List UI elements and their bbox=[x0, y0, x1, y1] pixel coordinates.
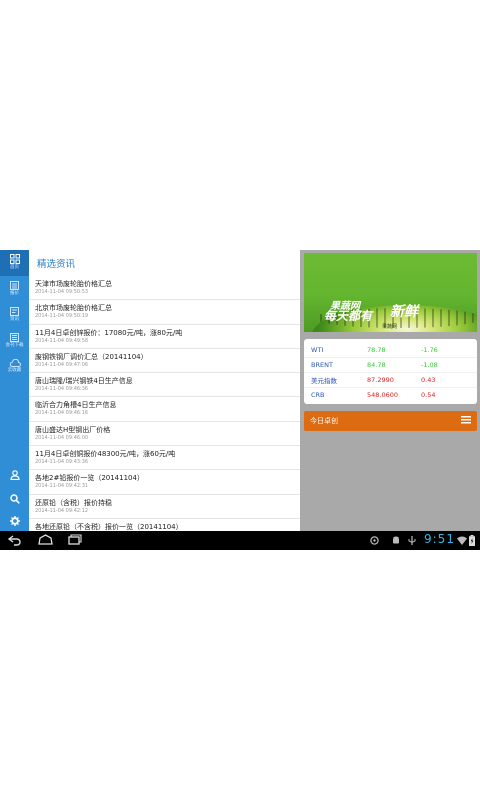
news-date: 2014-11-04 09:49:58 bbox=[35, 337, 89, 344]
news-date: 2014-11-04 09:42:31 bbox=[35, 483, 89, 490]
news-title: 唐山瑞隆/瑞兴钢铁4日生产信息 bbox=[35, 377, 133, 386]
sidebar: 首页 报价 资讯 会刊下载 云收藏 bbox=[0, 250, 29, 531]
quote-row[interactable]: BRENT 84.78 -1.08 bbox=[304, 358, 477, 373]
list-item[interactable]: 各地还原铅（不含税）报价一览（20141104） bbox=[29, 519, 300, 531]
back-icon[interactable] bbox=[8, 534, 22, 546]
list-item[interactable]: 11月4日卓创铜报价48300元/吨，涨60元/吨 2014-11-04 09:4… bbox=[29, 446, 300, 471]
quote-value: 84.78 bbox=[367, 361, 386, 369]
banner-slogan: 每天都有 bbox=[324, 309, 373, 323]
android-icon bbox=[393, 536, 399, 544]
ad-banner[interactable]: 果蔬网 每天都有 新鲜 果蔬网 bbox=[304, 253, 477, 332]
settings-button[interactable] bbox=[0, 512, 29, 530]
banner-slogan-highlight: 新鲜 bbox=[390, 304, 418, 320]
quote-row[interactable]: WTI 78.78 -1.76 bbox=[304, 343, 477, 358]
quote-name: WTI bbox=[311, 346, 324, 354]
wifi-icon bbox=[457, 536, 467, 545]
quote-change: 0.54 bbox=[421, 391, 436, 399]
list-item[interactable]: 北京市场废轮胎价格汇总 2014-11-04 09:50:19 bbox=[29, 300, 300, 325]
news-title: 天津市场废轮胎价格汇总 bbox=[35, 280, 112, 288]
sidebar-item-label: 报价 bbox=[10, 291, 19, 296]
list-item[interactable]: 还原铅（含税）报价持稳 2014-11-04 09:42:12 bbox=[29, 495, 300, 519]
list-item[interactable]: 唐山瑞隆/瑞兴钢铁4日生产信息 2014-11-04 09:46:36 bbox=[29, 373, 300, 398]
news-title: 11月4日卓创铜报价48300元/吨，涨60元/吨 bbox=[35, 450, 176, 459]
news-title: 唐山盛达H型钢出厂价格 bbox=[35, 425, 111, 434]
recent-apps-icon[interactable] bbox=[68, 534, 82, 546]
quote-value: 548.0600 bbox=[367, 391, 399, 399]
sidebar-item-quotes[interactable]: 报价 bbox=[0, 276, 29, 302]
list-item[interactable]: 废钢铁钢厂调价汇总（20141104） 2014-11-04 09:47:06 bbox=[29, 349, 300, 374]
news-title: 还原铅（含税）报价持稳 bbox=[35, 498, 112, 507]
news-title: 临沂合力角槽4日生产信息 bbox=[35, 401, 117, 410]
grid-icon bbox=[9, 254, 20, 264]
news-date: 2014-11-04 09:46:00 bbox=[35, 434, 89, 441]
search-icon bbox=[9, 494, 20, 504]
news-title: 各地还原铅（不含税）报价一览（20141104） bbox=[35, 522, 183, 531]
news-date: 2014-11-04 09:43:36 bbox=[35, 459, 89, 466]
cloud-icon bbox=[9, 359, 21, 367]
user-button[interactable] bbox=[0, 466, 29, 484]
quote-value: 78.78 bbox=[367, 346, 386, 354]
sidebar-item-label: 云收藏 bbox=[7, 368, 22, 373]
quote-name: CRB bbox=[311, 391, 325, 399]
list-item[interactable]: 唐山盛达H型钢出厂价格 2014-11-04 09:46:00 bbox=[29, 422, 300, 447]
sidebar-item-home[interactable]: 首页 bbox=[0, 250, 29, 276]
market-quotes: WTI 78.78 -1.76 BRENT 84.78 -1.08 美元指数 8… bbox=[304, 339, 477, 404]
sync-icon bbox=[370, 536, 379, 545]
news-date: 2014-11-04 09:46:16 bbox=[35, 410, 89, 417]
document-icon bbox=[10, 307, 19, 316]
sidebar-item-label: 首页 bbox=[10, 265, 19, 270]
sidebar-item-downloads[interactable]: 会刊下载 bbox=[0, 328, 29, 354]
today-label: 今日卓创 bbox=[310, 417, 338, 425]
quote-change: -1.76 bbox=[421, 346, 438, 354]
quote-name: 美元指数 bbox=[311, 377, 337, 385]
news-date: 2014-11-04 09:50:53 bbox=[35, 289, 89, 295]
quote-value: 87.2990 bbox=[367, 376, 394, 384]
list-icon bbox=[10, 281, 19, 290]
system-navigation-bar: 9:51 bbox=[0, 531, 480, 550]
list-item[interactable]: 临沂合力角槽4日生产信息 2014-11-04 09:46:16 bbox=[29, 397, 300, 422]
sidebar-item-news[interactable]: 资讯 bbox=[0, 302, 29, 328]
clock: 9:51 bbox=[424, 532, 455, 546]
quote-name: BRENT bbox=[311, 361, 333, 369]
news-date: 2014-11-04 09:50:19 bbox=[35, 313, 89, 320]
news-title: 废钢铁钢厂调价汇总（20141104） bbox=[35, 352, 148, 361]
list-item[interactable]: 天津市场废轮胎价格汇总 2014-11-04 09:50:53 bbox=[29, 276, 300, 301]
home-icon[interactable] bbox=[38, 534, 53, 546]
news-title: 11月4日卓创锌报价：17080元/吨，涨80元/吨 bbox=[35, 328, 183, 337]
sidebar-item-cloud[interactable]: 云收藏 bbox=[0, 354, 29, 380]
usb-icon bbox=[408, 536, 416, 545]
news-panel: 精选资讯 天津市场废轮胎价格汇总 2014-11-04 09:50:53 北京市场… bbox=[29, 250, 300, 531]
right-panel: 果蔬网 每天都有 新鲜 果蔬网 WTI 78.78 -1.76 BRENT 84… bbox=[300, 250, 480, 531]
list-item[interactable]: 各地2#铅报价一览（20141104） 2014-11-04 09:42:31 bbox=[29, 470, 300, 495]
quote-change: 0.43 bbox=[421, 376, 436, 384]
news-date: 2014-11-04 09:46:36 bbox=[35, 386, 89, 393]
news-date: 2014-11-04 09:47:06 bbox=[35, 361, 89, 368]
list-item[interactable]: 11月4日卓创锌报价：17080元/吨，涨80元/吨 2014-11-04 09:… bbox=[29, 325, 300, 349]
quote-change: -1.08 bbox=[421, 361, 438, 369]
news-date: 2014-11-04 09:42:12 bbox=[35, 507, 89, 514]
battery-icon bbox=[469, 535, 475, 546]
news-title: 各地2#铅报价一览（20141104） bbox=[35, 474, 144, 483]
quote-row[interactable]: CRB 548.0600 0.54 bbox=[304, 388, 477, 402]
news-list: 天津市场废轮胎价格汇总 2014-11-04 09:50:53 北京市场废轮胎价格… bbox=[29, 276, 300, 531]
today-section-header[interactable]: 今日卓创 bbox=[304, 411, 477, 431]
menu-icon[interactable] bbox=[461, 416, 471, 424]
news-title: 北京市场废轮胎价格汇总 bbox=[35, 304, 112, 313]
gear-icon bbox=[9, 516, 20, 526]
book-icon bbox=[10, 333, 19, 342]
quote-row[interactable]: 美元指数 87.2990 0.43 bbox=[304, 373, 477, 388]
page-title: 精选资讯 bbox=[37, 259, 76, 270]
app-window: 首页 报价 资讯 会刊下载 云收藏 精选资讯 天津市场废轮胎价格汇总 2014-… bbox=[0, 250, 480, 531]
banner-caption: 果蔬网 bbox=[382, 324, 398, 330]
search-button[interactable] bbox=[0, 490, 29, 508]
sidebar-item-label: 会刊下载 bbox=[5, 343, 24, 348]
sidebar-item-label: 资讯 bbox=[10, 317, 19, 322]
user-icon bbox=[9, 470, 20, 480]
